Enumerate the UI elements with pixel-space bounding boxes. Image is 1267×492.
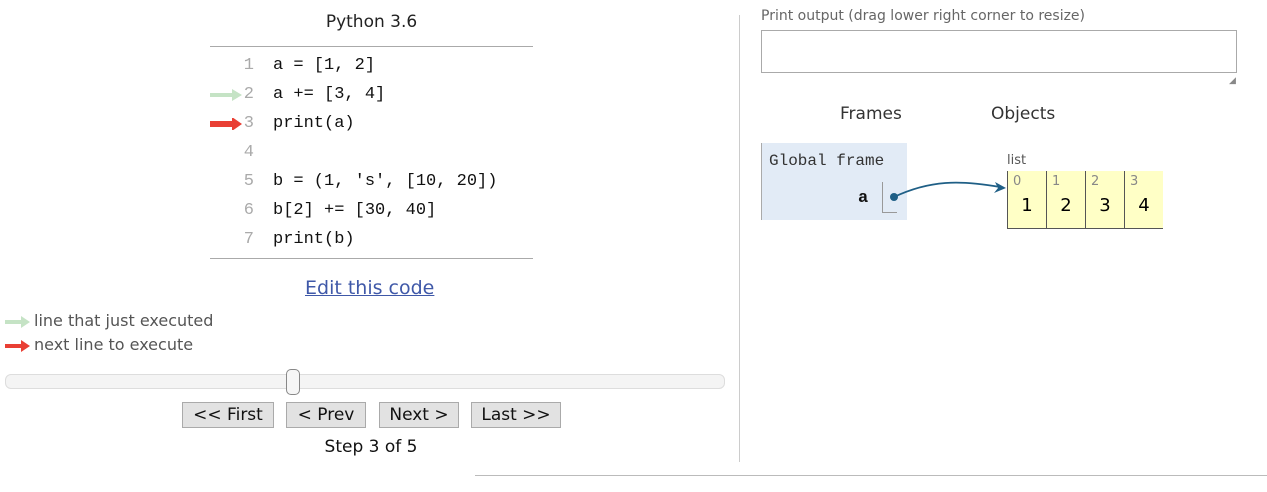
legend-prev: line that just executed [5, 311, 213, 330]
step-slider[interactable] [5, 374, 725, 389]
line-code: a += [3, 4] [273, 85, 386, 104]
list-value: 4 [1138, 195, 1150, 216]
code-display: 1 a = [1, 2] 2 a += [3, 4] 3 print(a) 4 5 b = (1… [210, 46, 533, 259]
objects-header: Objects [991, 104, 1056, 124]
first-button[interactable]: << First [182, 402, 274, 428]
variable-name: a [858, 189, 869, 208]
prev-button[interactable]: < Prev [286, 402, 366, 428]
red-arrow-icon [5, 339, 30, 352]
line-code: b = (1, 's', [10, 20]) [273, 172, 498, 191]
line-number: 6 [243, 201, 254, 220]
list-index: 1 [1052, 174, 1061, 189]
print-output-box[interactable] [761, 30, 1237, 73]
legend-next-label: next line to execute [34, 335, 194, 354]
code-line: 3 print(a) [210, 109, 533, 138]
list-index: 3 [1130, 174, 1139, 189]
frame-title: Global frame [769, 152, 885, 170]
divider [475, 475, 1267, 476]
line-code: print(b) [273, 230, 355, 249]
line-code: a = [1, 2] [273, 56, 376, 75]
line-code: print(a) [273, 114, 355, 133]
code-line: 2 a += [3, 4] [210, 80, 533, 109]
list-value: 3 [1099, 195, 1111, 216]
legend-prev-label: line that just executed [34, 311, 214, 330]
list-type-label: list [1007, 153, 1027, 168]
line-code: b[2] += [30, 40] [273, 201, 437, 220]
slider-thumb[interactable] [286, 369, 301, 395]
list-index: 0 [1013, 174, 1022, 189]
language-title: Python 3.6 [325, 12, 418, 32]
list-element: 23 [1085, 171, 1124, 229]
list-element: 12 [1046, 171, 1085, 229]
line-number: 4 [243, 143, 254, 162]
print-output-label: Print output (drag lower right corner to… [761, 8, 1086, 24]
line-number: 2 [243, 85, 254, 104]
list-element: 01 [1007, 171, 1046, 229]
edit-code-link[interactable]: Edit this code [305, 277, 434, 299]
divider [739, 15, 740, 462]
variable-value-box [882, 182, 897, 213]
line-number: 5 [243, 172, 254, 191]
legend-next: next line to execute [5, 335, 193, 354]
code-line: 5 b = (1, 's', [10, 20]) [210, 167, 533, 196]
resize-handle-icon[interactable]: ◢ [1229, 76, 1236, 86]
green-arrow-icon [5, 315, 30, 328]
code-line: 1 a = [1, 2] [210, 51, 533, 80]
line-number: 1 [243, 56, 254, 75]
next-button[interactable]: Next > [379, 402, 459, 428]
step-counter: Step 3 of 5 [324, 437, 418, 457]
line-number: 3 [243, 114, 254, 133]
list-element: 34 [1124, 171, 1163, 229]
code-line: 4 [210, 138, 533, 167]
code-line: 6 b[2] += [30, 40] [210, 196, 533, 225]
line-number: 7 [243, 230, 254, 249]
list-value: 1 [1021, 195, 1033, 216]
code-line: 7 print(b) [210, 225, 533, 254]
last-button[interactable]: Last >> [471, 402, 561, 428]
frames-header: Frames [840, 104, 902, 124]
list-index: 2 [1091, 174, 1100, 189]
list-value: 2 [1060, 195, 1072, 216]
